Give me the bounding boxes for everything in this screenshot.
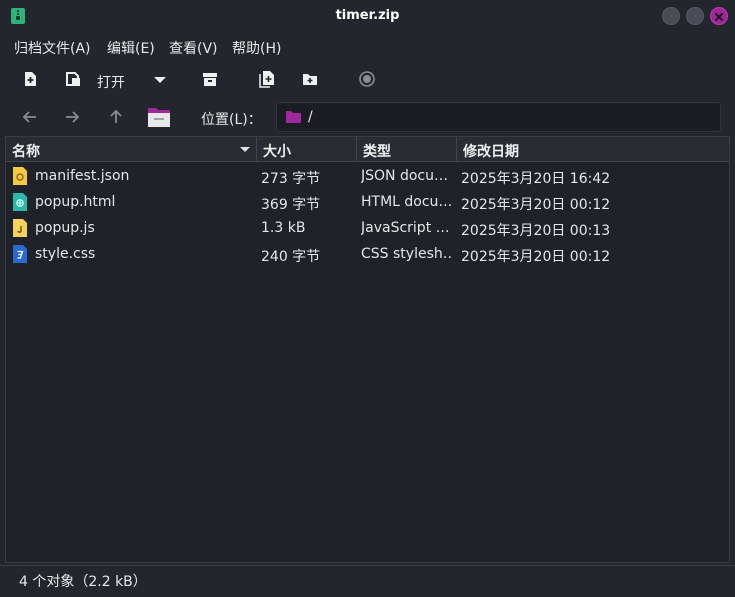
table-row[interactable]: manifest.json 273 字节 JSON docu… 2025年3月2…: [6, 163, 729, 189]
file-name: popup.html: [35, 194, 116, 210]
open-dropdown-chevron-icon[interactable]: [151, 70, 169, 88]
file-size: 1.3 kB: [261, 220, 306, 236]
column-header: 名称 大小 类型 修改日期: [6, 137, 729, 162]
open-button-label[interactable]: 打开: [97, 72, 125, 92]
back-arrow-icon[interactable]: [21, 108, 39, 126]
js-file-icon: [13, 219, 27, 237]
column-name[interactable]: 名称: [6, 137, 257, 161]
column-type[interactable]: 类型: [357, 137, 457, 161]
title-bar: timer.zip: [0, 0, 735, 32]
file-modified: 2025年3月20日 00:12: [461, 197, 611, 213]
column-name-label: 名称: [12, 144, 40, 160]
table-row[interactable]: popup.js 1.3 kB JavaScript … 2025年3月20日 …: [6, 215, 729, 241]
file-modified: 2025年3月20日 00:12: [461, 249, 611, 265]
location-path: /: [308, 109, 313, 125]
menu-help[interactable]: 帮助(H): [232, 38, 281, 58]
file-list[interactable]: 名称 大小 类型 修改日期 manifest.json 273 字节 JSON …: [5, 136, 730, 563]
css-file-icon: [13, 245, 27, 263]
file-name: manifest.json: [35, 168, 130, 184]
menu-bar: 归档文件(A) 编辑(E) 查看(V) 帮助(H): [0, 34, 735, 58]
table-row[interactable]: popup.html 369 字节 HTML docu… 2025年3月20日 …: [6, 189, 729, 215]
column-modified-label: 修改日期: [463, 144, 519, 160]
menu-view[interactable]: 查看(V): [169, 38, 218, 58]
stop-icon[interactable]: [358, 70, 376, 88]
up-arrow-icon[interactable]: [107, 108, 125, 126]
navigation-bar: 位置(L)： /: [0, 100, 735, 134]
file-modified: 2025年3月20日 00:13: [461, 223, 611, 239]
add-files-icon[interactable]: [258, 70, 276, 88]
toolbar: 打开: [0, 62, 735, 98]
file-size: 240 字节: [261, 249, 321, 265]
home-folder-icon[interactable]: [147, 105, 171, 129]
column-type-label: 类型: [363, 144, 391, 160]
file-size: 369 字节: [261, 197, 321, 213]
maximize-button[interactable]: [686, 7, 704, 25]
column-size-label: 大小: [263, 144, 291, 160]
folder-icon: [286, 111, 301, 123]
add-folder-icon[interactable]: [301, 70, 319, 88]
status-text: 4 个对象（2.2 kB）: [19, 574, 147, 590]
file-type: HTML docu…: [361, 194, 453, 210]
table-row[interactable]: style.css 240 字节 CSS stylesh… 2025年3月20日…: [6, 241, 729, 267]
column-size[interactable]: 大小: [257, 137, 357, 161]
new-archive-icon[interactable]: [21, 70, 39, 88]
close-button[interactable]: [710, 7, 728, 25]
json-file-icon: [13, 167, 27, 185]
location-field[interactable]: /: [276, 102, 721, 132]
location-label: 位置(L)：: [201, 112, 262, 128]
status-bar: 4 个对象（2.2 kB）: [0, 565, 735, 597]
menu-archive[interactable]: 归档文件(A): [14, 38, 91, 58]
open-archive-icon[interactable]: [64, 70, 82, 88]
file-name: style.css: [35, 246, 96, 262]
file-type: JavaScript …: [361, 220, 450, 236]
html-file-icon: [13, 193, 27, 211]
file-size: 273 字节: [261, 171, 321, 187]
forward-arrow-icon[interactable]: [63, 108, 81, 126]
file-modified: 2025年3月20日 16:42: [461, 171, 611, 187]
window-title: timer.zip: [335, 8, 400, 23]
file-type: JSON docu…: [361, 168, 448, 184]
sort-descending-icon: [240, 147, 250, 152]
file-name: popup.js: [35, 220, 95, 236]
extract-icon[interactable]: [201, 70, 219, 88]
column-modified[interactable]: 修改日期: [457, 137, 729, 161]
menu-edit[interactable]: 编辑(E): [107, 38, 155, 58]
file-type: CSS stylesh…: [361, 246, 453, 262]
minimize-button[interactable]: [662, 7, 680, 25]
